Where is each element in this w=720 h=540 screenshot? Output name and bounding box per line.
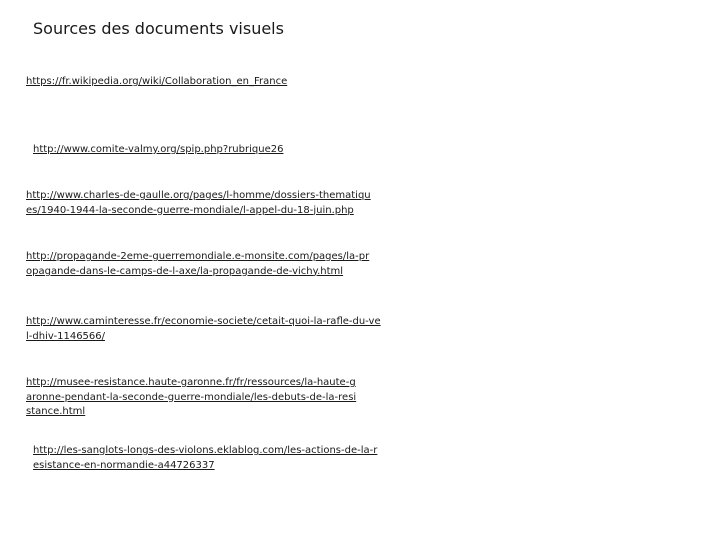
source-link-caminteresse[interactable]: http://www.caminteresse.fr/economie-soci…	[26, 315, 381, 344]
source-link-musee-resistance[interactable]: http://musee-resistance.haute-garonne.fr…	[26, 376, 361, 420]
source-link-wikipedia[interactable]: https://fr.wikipedia.org/wiki/Collaborat…	[26, 75, 326, 90]
source-link-comite-valmy[interactable]: http://www.comite-valmy.org/spip.php?rub…	[33, 143, 333, 158]
source-link-charles-de-gaulle[interactable]: http://www.charles-de-gaulle.org/pages/l…	[26, 189, 371, 218]
source-link-sanglots-longs[interactable]: http://les-sanglots-longs-des-violons.ek…	[33, 444, 378, 473]
source-link-propagande[interactable]: http://propagande-2eme-guerremondiale.e-…	[26, 250, 371, 279]
slide: Sources des documents visuels https://fr…	[0, 0, 720, 540]
slide-title: Sources des documents visuels	[33, 19, 284, 38]
